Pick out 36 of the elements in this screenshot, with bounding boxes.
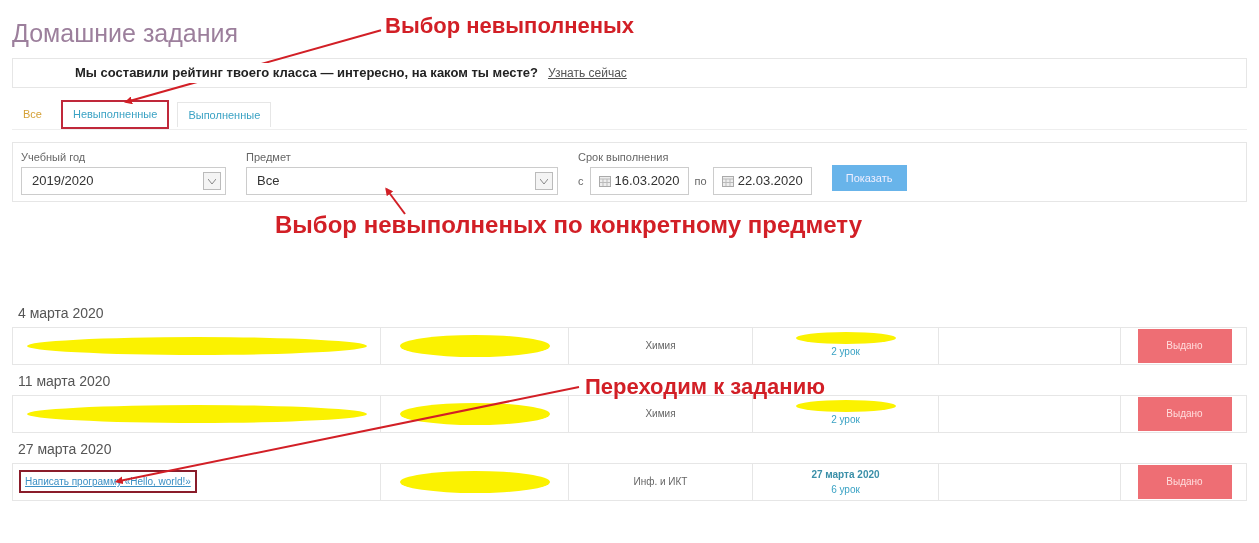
field-label: Срок выполнения <box>578 149 670 165</box>
date-heading: 11 марта 2020 <box>17 371 111 391</box>
notice-link[interactable]: Узнать сейчас <box>547 64 627 82</box>
lesson-text: 2 урок <box>831 345 860 359</box>
date-label: по <box>694 173 707 189</box>
field-label: Предмет <box>246 149 292 165</box>
calendar-icon <box>598 175 611 187</box>
date-heading: 4 марта 2020 <box>17 303 104 323</box>
date-field[interactable]: 22.03.2020 <box>712 167 812 195</box>
calendar-icon <box>721 175 734 187</box>
date-field[interactable]: 16.03.2020 <box>589 167 689 195</box>
annotation-text: Переходим к заданию <box>585 375 825 400</box>
task-link[interactable]: Написать программу «Hello, world!» <box>19 470 197 493</box>
date-heading: 27 марта 2020 <box>17 439 112 459</box>
due-date: 27 марта 2020 <box>811 467 880 482</box>
lesson-text: 6 урок <box>831 482 860 497</box>
field-label: Учебный год <box>21 149 87 165</box>
subject-text: Инф. и ИКТ <box>633 475 688 489</box>
tab[interactable]: Выполненные <box>177 101 272 127</box>
annotation-arrow <box>385 187 406 215</box>
subject-text: Химия <box>645 339 676 353</box>
subject-select[interactable]: Все <box>246 167 558 195</box>
show-button[interactable]: Показать <box>831 164 907 191</box>
year-select[interactable]: 2019/2020 <box>21 167 226 195</box>
date-label: с <box>578 173 584 189</box>
annotation-text: Выбор невыполненых <box>385 14 635 39</box>
lesson-text: 2 урок <box>831 413 860 427</box>
page-title: Домашние задания <box>12 18 239 48</box>
notice-text: Мы составили рейтинг твоего класса — интересно, на каком ты месте? <box>75 63 538 83</box>
status-button[interactable]: Выдано <box>1137 464 1232 499</box>
status-button[interactable]: Выдано <box>1137 396 1232 431</box>
subject-text: Химия <box>645 407 676 421</box>
status-button[interactable]: Выдано <box>1137 328 1232 363</box>
annotation-text: Выбор невыполненых по конкретному предмету <box>275 212 863 239</box>
tab[interactable]: Невыполненные <box>60 100 170 129</box>
tab[interactable]: Все <box>12 101 53 128</box>
